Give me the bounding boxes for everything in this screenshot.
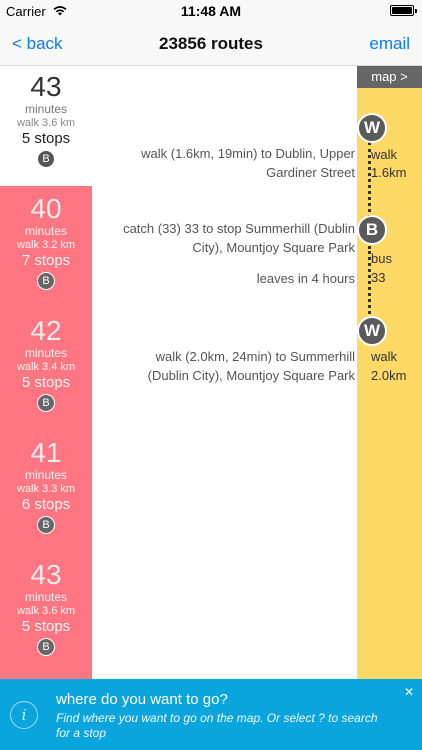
route-minutes: 41 (30, 437, 62, 468)
timeline-mode: walk (371, 147, 398, 162)
timeline-mode: bus (371, 251, 392, 266)
walk-stop-icon: W (357, 113, 387, 143)
step-walk-1: walk (1.6km, 19min) to Dublin, Upper Gar… (141, 144, 355, 182)
step-text: catch (33) 33 to stop Summerhill (Dublin (123, 221, 355, 236)
timeline-mode: walk (371, 349, 398, 364)
route-card[interactable]: 42 minutes walk 3.4 km 5 stops B (0, 310, 92, 432)
battery-icon (390, 5, 417, 16)
step-text: walk (1.6km, 19min) to Dublin, Upper (141, 146, 355, 161)
step-text: (Dublin City), Mountjoy Square Park (147, 368, 355, 383)
step-text: City), Mountjoy Square Park (192, 240, 355, 255)
search-prompt-banner[interactable]: i where do you want to go? Find where yo… (0, 679, 422, 750)
route-minutes-label: minutes (24, 346, 68, 360)
banner-subtitle: Find where you want to go on the map. Or… (56, 711, 378, 740)
bus-stop-icon: B (357, 215, 387, 245)
route-walk-distance: walk 3.6 km (16, 605, 76, 617)
step-text: Gardiner Street (266, 165, 355, 180)
clock: 11:48 AM (180, 3, 242, 19)
bus-badge-icon: B (37, 272, 55, 290)
route-minutes: 43 (30, 71, 62, 102)
timeline-detail: 2.0km (371, 368, 407, 383)
bus-badge-icon: B (37, 150, 55, 168)
route-walk-distance: walk 3.4 km (16, 361, 76, 373)
timeline-detail: 33 (371, 270, 386, 285)
step-catch-bus: catch (33) 33 to stop Summerhill (Dublin… (123, 219, 355, 257)
route-walk-distance: walk 3.2 km (16, 239, 76, 251)
status-bar: Carrier 11:48 AM (0, 0, 422, 22)
map-button[interactable]: map > (357, 66, 422, 88)
bus-badge-icon: B (37, 638, 55, 656)
bus-badge-icon: B (37, 394, 55, 412)
step-leaves: leaves in 4 hours (257, 269, 355, 288)
route-minutes-label: minutes (24, 224, 68, 238)
route-stops: 5 stops (21, 618, 71, 635)
banner-title: where do you want to go? (56, 691, 228, 708)
route-minutes: 40 (30, 193, 62, 224)
route-card-selected[interactable]: 43 minutes walk 3.6 km 5 stops B (0, 66, 92, 186)
routes-list: 43 minutes walk 3.6 km 5 stops B 40 minu… (0, 66, 92, 679)
step-text: walk (2.0km, 24min) to Summerhill (155, 349, 355, 364)
step-text: leaves in 4 hours (256, 271, 355, 286)
route-minutes-label: minutes (24, 468, 68, 482)
route-minutes-label: minutes (24, 102, 68, 116)
step-walk-2: walk (2.0km, 24min) to Summerhill (Dubli… (148, 347, 355, 385)
close-icon[interactable]: ✕ (404, 685, 414, 699)
route-stops: 6 stops (21, 496, 71, 513)
bus-badge-icon: B (37, 516, 55, 534)
email-button[interactable]: email (369, 34, 410, 54)
route-minutes: 43 (30, 559, 62, 590)
route-minutes: 42 (30, 315, 62, 346)
navigation-bar: < back 23856 routes email (0, 22, 422, 66)
info-icon: i (10, 701, 38, 729)
route-stops: 5 stops (21, 374, 71, 391)
route-walk-distance: walk 3.6 km (16, 117, 76, 129)
route-card[interactable]: 41 minutes walk 3.3 km 6 stops B (0, 432, 92, 554)
walk-stop-icon: W (357, 316, 387, 346)
page-title: 23856 routes (159, 34, 263, 53)
route-stops: 5 stops (21, 130, 71, 147)
timeline-detail: 1.6km (371, 165, 407, 180)
route-card[interactable]: 43 minutes walk 3.6 km 5 stops B (0, 554, 92, 676)
route-minutes-label: minutes (24, 590, 68, 604)
route-stops: 7 stops (21, 252, 71, 269)
route-walk-distance: walk 3.3 km (16, 483, 76, 495)
route-card[interactable]: 40 minutes walk 3.2 km 7 stops B (0, 188, 92, 310)
